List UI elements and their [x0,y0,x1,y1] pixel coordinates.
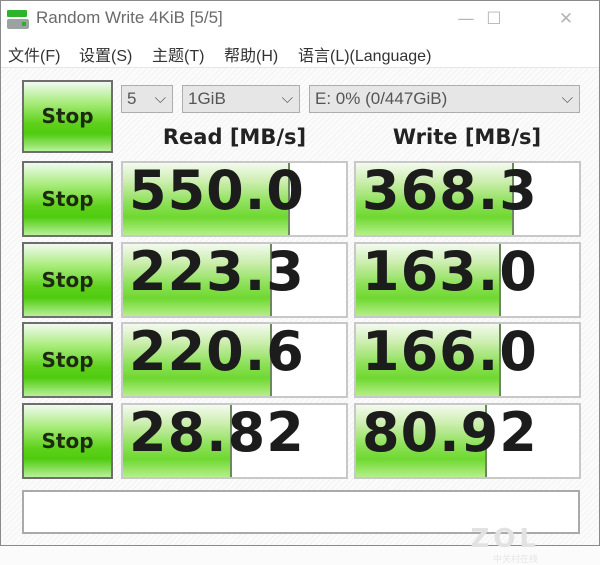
write-header: Write [MB/s] [392,125,542,149]
test-count-select[interactable]: 5 ⌵ [121,85,173,113]
drive-value: E: 0% (0/447GiB) [315,89,448,108]
menu-help[interactable]: 帮助(H) [224,42,278,66]
read-value-row-3: 220.6 [129,322,305,383]
chevron-down-icon: ⌵ [561,90,573,107]
menu-bar: 文件(F) 设置(S) 主题(T) 帮助(H) 语言(L)(Language) [1,37,599,68]
drive-select[interactable]: E: 0% (0/447GiB) ⌵ [309,85,580,113]
watermark-logo: ZOL [470,524,540,554]
title-bar: Random Write 4KiB [5/5] — ☐ ✕ [1,1,599,37]
write-value-row-1: 368.3 [362,161,538,222]
read-result-row-1: 550.0 [121,161,348,237]
write-result-row-1: 368.3 [354,161,581,237]
watermark-subtitle: 中关村在线 [492,555,538,565]
stop-button-row-4[interactable]: Stop [22,403,113,479]
read-value-row-4: 28.82 [129,403,305,464]
chevron-down-icon: ⌵ [281,90,293,107]
menu-settings[interactable]: 设置(S) [79,42,132,66]
write-value-row-3: 166.0 [362,322,538,383]
chevron-down-icon: ⌵ [154,90,166,107]
test-size-select[interactable]: 1GiB ⌵ [182,85,300,113]
app-window: Random Write 4KiB [5/5] — ☐ ✕ 文件(F) 设置(S… [0,0,600,565]
write-result-row-2: 163.0 [354,242,581,318]
test-count-value: 5 [127,89,137,108]
menu-file[interactable]: 文件(F) [8,42,60,66]
stop-button-row-3[interactable]: Stop [22,322,113,398]
write-value-row-2: 163.0 [362,242,538,303]
write-value-row-4: 80.92 [362,403,538,464]
comment-field[interactable]: ZOL 中关村在线 [22,490,580,565]
read-result-row-3: 220.6 [121,322,348,398]
stop-all-button[interactable]: Stop [22,80,113,153]
write-result-row-4: 80.92 [354,403,581,479]
stop-button-row-2[interactable]: Stop [22,242,113,318]
window-title: Random Write 4KiB [5/5] [36,8,223,27]
menu-theme[interactable]: 主题(T) [152,42,204,66]
read-value-row-2: 223.3 [129,242,305,303]
drive-icon [7,10,29,30]
write-result-row-3: 166.0 [354,322,581,398]
read-result-row-4: 28.82 [121,403,348,479]
test-size-value: 1GiB [188,89,226,108]
menu-language[interactable]: 语言(L)(Language) [298,42,431,66]
stop-button-row-1[interactable]: Stop [22,161,113,237]
read-value-row-1: 550.0 [129,161,305,222]
close-button[interactable]: ✕ [546,7,586,31]
read-header: Read [MB/s] [162,125,307,149]
read-result-row-2: 223.3 [121,242,348,318]
maximize-button[interactable]: ☐ [474,7,514,31]
